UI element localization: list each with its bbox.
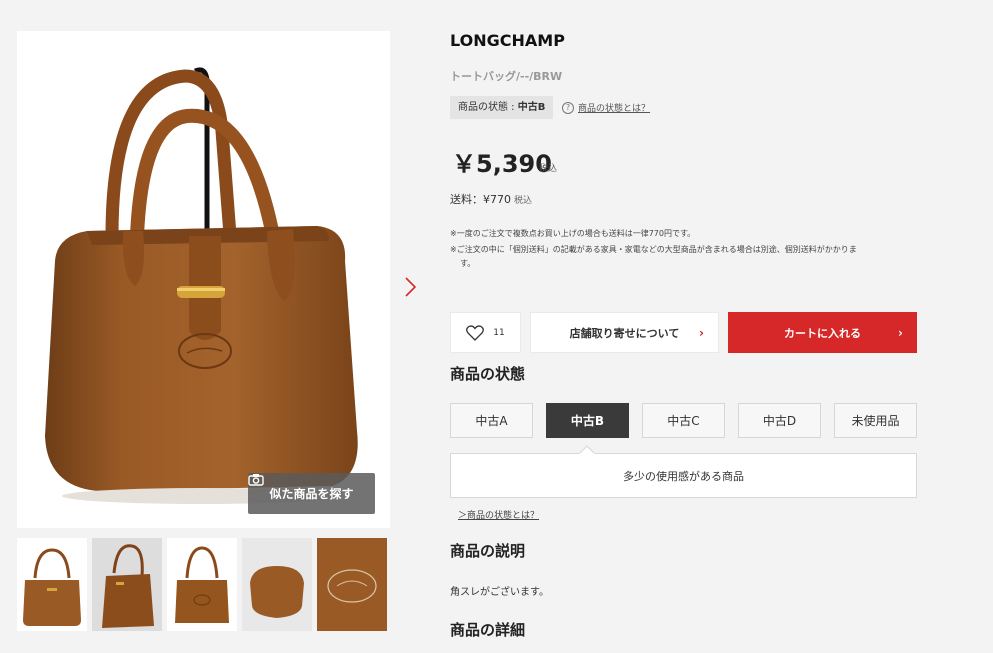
caret-up-icon [579, 445, 595, 454]
condition-badge-value: 中古B [517, 102, 546, 113]
grade-tab[interactable]: 中古C [642, 403, 725, 438]
price-tax-label: 税込 [539, 164, 558, 174]
shipping-note-1: ※一度のご注文で複数点お買い上げの場合も送料は一律770円です。 [450, 229, 696, 238]
shipping-tax-label: 税込 [514, 196, 533, 206]
thumbnail-strip [17, 538, 387, 631]
find-similar-button[interactable]: 似た商品を探す [248, 473, 375, 514]
store-order-label: 店舗取り寄せについて [569, 326, 680, 340]
store-order-button[interactable]: 店舗取り寄せについて › [530, 312, 719, 353]
question-icon: ? [562, 101, 574, 114]
main-product-image[interactable]: 似た商品を探す [17, 31, 390, 528]
condition-section-title: 商品の状態 [450, 365, 526, 383]
condition-help-text: 商品の状態とは？ [578, 104, 651, 114]
chevron-right-icon: › [898, 325, 903, 340]
condition-badge-label: 商品の状態 : [458, 102, 518, 113]
grade-tab[interactable]: 未使用品 [834, 403, 917, 438]
condition-help-link[interactable]: ? 商品の状態とは？ [562, 101, 650, 114]
grade-tab[interactable]: 中古A [450, 403, 533, 438]
thumbnail-image [317, 538, 387, 631]
grade-tab[interactable]: 中古D [738, 403, 821, 438]
thumbnail-bottom[interactable] [242, 538, 312, 631]
product-subtitle: トートバッグ/--/BRW [450, 70, 563, 83]
thumbnail-image [167, 538, 237, 631]
condition-guide-link[interactable]: ＞商品の状態とは？ [458, 508, 539, 521]
add-to-cart-label: カートに入れる [784, 326, 861, 340]
next-image-arrow-icon[interactable] [402, 275, 418, 299]
favorite-button[interactable]: 11 [450, 312, 521, 353]
grade-description-text: 多少の使用感がある商品 [623, 469, 744, 483]
shipping-fee: 送料：¥770 税込 [450, 191, 532, 207]
details-section-title: 商品の詳細 [450, 621, 526, 639]
condition-badge: 商品の状態 : 中古B [450, 96, 554, 119]
thumbnail-image [92, 538, 162, 631]
thumbnail-detail[interactable] [317, 538, 387, 631]
product-price: ￥5,390 [452, 150, 552, 178]
grade-description-box: 多少の使用感がある商品 [450, 453, 917, 498]
camera-icon [248, 474, 264, 486]
thumbnail-image [17, 538, 87, 631]
thumbnail-image [242, 538, 312, 631]
heart-icon [466, 324, 485, 341]
thumbnail-side[interactable] [92, 538, 162, 631]
add-to-cart-button[interactable]: カートに入れる › [728, 312, 917, 353]
shipping-note-3: す。 [460, 259, 476, 268]
favorite-count: 11 [493, 327, 505, 338]
shipping-fee-value: 送料：¥770 [450, 193, 511, 206]
thumbnail-back[interactable] [167, 538, 237, 631]
bag-photo [45, 67, 358, 504]
thumbnail-front[interactable] [17, 538, 87, 631]
description-section-title: 商品の説明 [450, 542, 526, 560]
description-text: 角スレがございます。 [450, 587, 549, 598]
chevron-right-icon: › [699, 325, 704, 340]
shipping-note-2: ※ご注文の中に「個別送料」の記載がある家具・家電などの大型商品が含まれる場合は別… [450, 245, 857, 254]
find-similar-label: 似た商品を探す [269, 487, 354, 501]
condition-grade-tabs: 中古A 中古B 中古C 中古D 未使用品 [450, 403, 917, 438]
grade-tab-active[interactable]: 中古B [546, 403, 629, 438]
product-brand: LONGCHAMP [450, 31, 565, 50]
